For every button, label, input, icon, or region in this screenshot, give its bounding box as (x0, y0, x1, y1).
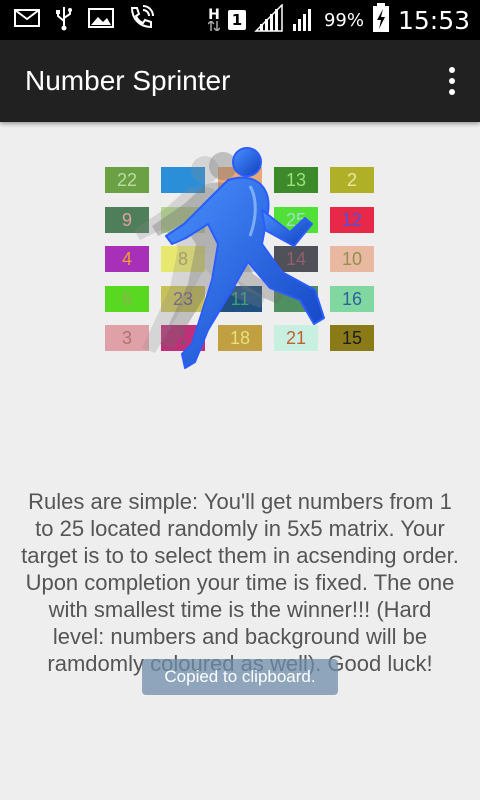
overflow-dot (449, 78, 455, 84)
battery-percent: 99% (323, 9, 364, 31)
action-bar: Number Sprinter (0, 40, 480, 122)
status-bar: H 1 99% 15:53 (0, 0, 480, 40)
overflow-menu-icon[interactable] (424, 40, 480, 122)
app-title: Number Sprinter (25, 65, 231, 96)
data-arrows-icon: H (207, 7, 220, 31)
usb-icon (54, 5, 74, 35)
wifi-call-icon (128, 5, 154, 35)
signal-icon (254, 3, 284, 36)
runner-icon (134, 147, 325, 369)
app-logo: 2213292512481410623111631182115 (100, 140, 380, 380)
rules-text: Rules are simple: You'll get numbers fro… (21, 489, 459, 676)
battery-charging-icon (372, 3, 390, 37)
toast-message: Copied to clipboard. (142, 659, 338, 695)
overflow-dot (449, 89, 455, 95)
clock: 15:53 (397, 5, 470, 35)
image-icon (88, 7, 114, 33)
notification-icons (14, 5, 154, 35)
sim-icon: 1 (227, 10, 246, 30)
mail-icon (14, 8, 40, 32)
system-icons: H 1 99% 15:53 (207, 3, 470, 37)
overflow-dot (449, 67, 455, 73)
signal-icon (292, 4, 316, 36)
network-type-label: H (208, 7, 220, 23)
